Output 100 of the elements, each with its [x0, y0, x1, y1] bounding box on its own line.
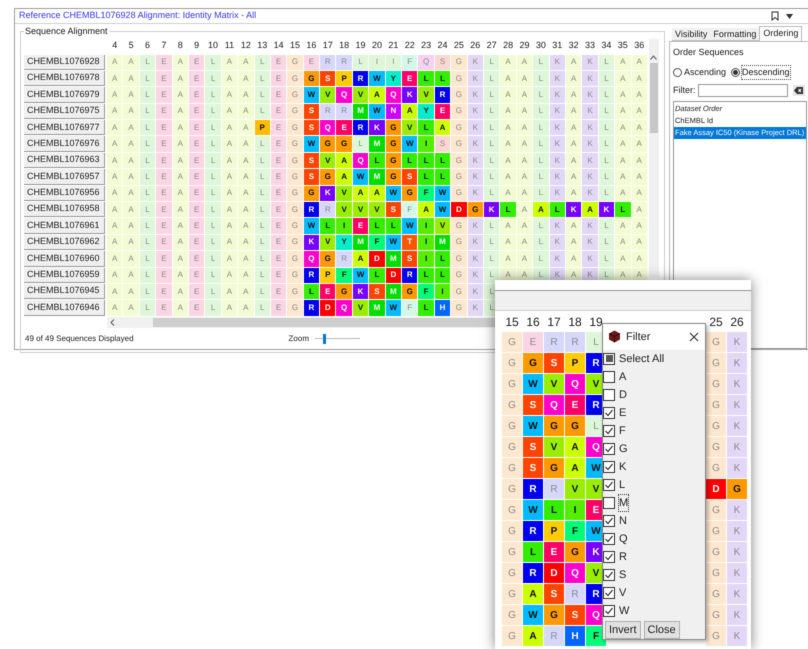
- tab[interactable]: Formatting: [710, 28, 760, 41]
- checkbox-label[interactable]: G: [619, 440, 628, 458]
- residue-cell: A: [222, 251, 238, 267]
- residue-cell: Q: [565, 374, 585, 394]
- residue-cell: L: [140, 104, 156, 120]
- checkbox[interactable]: [603, 460, 615, 473]
- checkbox-label[interactable]: E: [619, 404, 626, 422]
- sequence-name[interactable]: CHEMBL1076957: [24, 169, 105, 185]
- residue-cell: A: [172, 136, 188, 152]
- sequence-name[interactable]: CHEMBL1076959: [24, 268, 105, 283]
- checkbox-label[interactable]: Q: [619, 530, 628, 548]
- checkbox-label[interactable]: N: [619, 512, 627, 530]
- residue-cell: E: [188, 284, 204, 300]
- residue-cell: A: [632, 136, 647, 152]
- checkbox-label[interactable]: F: [619, 422, 626, 440]
- sequence-name[interactable]: CHEMBL1076976: [24, 136, 105, 152]
- bookmark-icon[interactable]: [771, 11, 779, 21]
- sequence-name[interactable]: CHEMBL1076978: [24, 70, 105, 86]
- scrollbar-thumb[interactable]: [650, 62, 658, 132]
- checkbox-label[interactable]: D: [619, 386, 627, 404]
- column-header: 20: [370, 39, 383, 52]
- residue-cell: A: [222, 186, 238, 202]
- checkbox[interactable]: [603, 442, 615, 455]
- radio-label[interactable]: Descending: [742, 66, 790, 79]
- residue-cell: L: [523, 542, 543, 562]
- checkbox[interactable]: [603, 532, 615, 545]
- radio-button[interactable]: [673, 68, 682, 77]
- radio-label[interactable]: Ascending: [684, 66, 726, 79]
- sequence-name[interactable]: CHEMBL1076961: [24, 218, 105, 234]
- residue-cell: L: [533, 136, 549, 152]
- checkbox-label[interactable]: L: [619, 476, 626, 494]
- residue-cell: S: [402, 251, 418, 267]
- checkbox-label[interactable]: Select All: [619, 350, 664, 367]
- checkbox[interactable]: [603, 514, 615, 527]
- sequence-name[interactable]: CHEMBL1076945: [24, 284, 105, 300]
- sequence-name[interactable]: CHEMBL1076977: [24, 120, 105, 136]
- residue-cell: N: [386, 104, 402, 120]
- residue-cell: A: [615, 87, 630, 103]
- checkbox[interactable]: [603, 586, 615, 599]
- residue-cell: A: [500, 54, 516, 70]
- residue-cell: D: [706, 479, 726, 499]
- checkbox[interactable]: [603, 568, 615, 581]
- sequence-name[interactable]: CHEMBL1076975: [24, 104, 105, 120]
- radio-button[interactable]: [731, 68, 740, 77]
- tab[interactable]: Ordering: [759, 26, 802, 41]
- close-icon[interactable]: [689, 332, 699, 342]
- sequence-name[interactable]: CHEMBL1076979: [24, 87, 105, 103]
- caret-icon[interactable]: [786, 14, 793, 18]
- zoom-slider[interactable]: [314, 334, 360, 344]
- residue-cell: L: [254, 87, 270, 103]
- checkbox-label[interactable]: K: [619, 458, 626, 476]
- checkbox[interactable]: [603, 604, 615, 617]
- column-header: 25: [452, 39, 465, 52]
- residue-cell: A: [615, 234, 630, 250]
- residue-cell: L: [484, 251, 500, 267]
- residue-cell: A: [172, 152, 188, 168]
- residue-cell: L: [484, 152, 500, 168]
- checkbox-label[interactable]: W: [619, 602, 630, 620]
- column-header: 29: [518, 39, 530, 52]
- residue-cell: A: [516, 70, 532, 86]
- vertical-scrollbar[interactable]: [648, 38, 659, 276]
- checkbox[interactable]: [603, 370, 615, 383]
- checkbox[interactable]: [603, 478, 615, 491]
- checkbox-label[interactable]: S: [619, 566, 626, 584]
- sequence-name[interactable]: CHEMBL1076962: [24, 234, 105, 250]
- residue-cell: A: [566, 251, 582, 267]
- popup-button[interactable]: Invert: [605, 620, 641, 639]
- residue-cell: L: [140, 136, 156, 152]
- sequence-name[interactable]: CHEMBL1076928: [24, 54, 105, 70]
- residue-cell: A: [107, 218, 122, 234]
- residue-cell: A: [615, 120, 630, 136]
- popup-button[interactable]: Close: [644, 620, 680, 639]
- filter-field[interactable]: [698, 84, 788, 98]
- sequence-name[interactable]: CHEMBL1076956: [24, 186, 105, 202]
- checkbox[interactable]: [603, 352, 615, 365]
- checkbox[interactable]: [603, 388, 615, 401]
- residue-cell: A: [566, 54, 582, 70]
- residue-cell: K: [304, 234, 320, 250]
- checkbox[interactable]: [603, 496, 615, 509]
- sequence-name[interactable]: CHEMBL1076946: [24, 300, 105, 316]
- residue-cell: E: [270, 54, 286, 70]
- checkbox-label[interactable]: M: [619, 494, 628, 512]
- residue-cell: L: [304, 284, 320, 300]
- checkbox-label[interactable]: R: [619, 548, 627, 566]
- sequence-name[interactable]: CHEMBL1076958: [24, 202, 105, 218]
- sequence-name[interactable]: CHEMBL1076963: [24, 152, 105, 168]
- residue-cell: A: [632, 87, 647, 103]
- tab[interactable]: Visibility: [672, 28, 710, 41]
- residue-cell: L: [254, 136, 270, 152]
- checkbox-label[interactable]: V: [619, 584, 626, 602]
- checkbox-label[interactable]: A: [619, 368, 626, 386]
- checkbox[interactable]: [603, 424, 615, 437]
- sequence-name[interactable]: CHEMBL1076960: [24, 251, 105, 267]
- clear-button[interactable]: [792, 85, 804, 96]
- checkbox[interactable]: [603, 406, 615, 419]
- checkbox[interactable]: [603, 550, 615, 563]
- residue-cell: A: [107, 136, 122, 152]
- residue-cell: L: [352, 54, 368, 70]
- residue-cell: A: [615, 54, 630, 70]
- residue-cell: A: [238, 54, 254, 70]
